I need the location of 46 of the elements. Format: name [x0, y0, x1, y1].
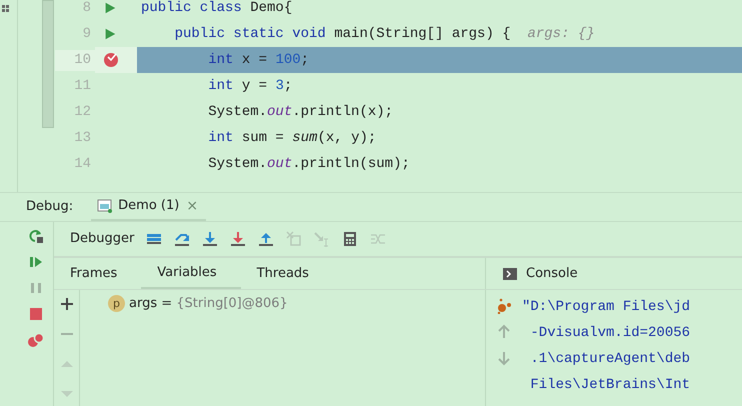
- tab[interactable]: Frames: [54, 258, 142, 289]
- code-line: System.out.println(sum);: [207, 156, 411, 172]
- session-tab[interactable]: Demo (1) ×: [91, 193, 206, 221]
- stop-icon[interactable]: [28, 306, 44, 322]
- parameter-icon: p: [108, 295, 125, 312]
- run-icon[interactable]: [103, 1, 117, 15]
- tab[interactable]: Variables: [141, 258, 241, 289]
- line-number: 12: [73, 102, 92, 122]
- rerun-icon[interactable]: [28, 228, 44, 244]
- tab[interactable]: Threads: [240, 258, 333, 289]
- resume-icon[interactable]: [28, 254, 44, 270]
- line-number: 14: [73, 154, 92, 174]
- console-line: -Dvisualvm.id=20056: [529, 324, 690, 343]
- step-over-icon[interactable]: [174, 231, 190, 247]
- console-tab[interactable]: Console: [526, 264, 578, 284]
- plus-icon[interactable]: [58, 296, 74, 312]
- toolbar-label: Debugger: [70, 230, 134, 248]
- step-out-icon[interactable]: [258, 231, 274, 247]
- code-line: int x = 100;: [207, 52, 310, 68]
- step-into-icon[interactable]: [202, 231, 218, 247]
- code-line: int y = 3;: [207, 78, 294, 94]
- breakpoint-icon[interactable]: [103, 52, 119, 68]
- code-line: System.out.println(x);: [207, 104, 394, 120]
- line-number: 10: [55, 50, 95, 70]
- frames-icon[interactable]: [146, 231, 162, 247]
- console-line: Files\JetBrains\Int: [529, 376, 690, 395]
- run-icon[interactable]: [103, 27, 117, 41]
- code-line: int sum = sum(x, y);: [207, 130, 378, 146]
- code-line: public class Demo{: [140, 0, 294, 16]
- console-line: "D:\Program Files\jd: [522, 298, 690, 317]
- calculator-icon[interactable]: [342, 231, 358, 247]
- variable-entry[interactable]: args = {String[0]@806}: [129, 294, 288, 314]
- line-number: 9: [82, 24, 92, 44]
- code-line: public static void main(String[] args) { args: {}: [174, 26, 596, 42]
- grid-icon[interactable]: [0, 5, 10, 14]
- line-number: 11: [73, 76, 92, 96]
- line-number: 8: [82, 0, 92, 18]
- panel-title: Debug:: [26, 198, 74, 216]
- terminal-icon: [502, 266, 518, 282]
- window-icon: [97, 198, 114, 214]
- molecule-icon[interactable]: [496, 298, 512, 314]
- console-line: .1\captureAgent\deb: [529, 350, 690, 369]
- step-into-icon[interactable]: [230, 231, 246, 247]
- breakpoints-icon[interactable]: [28, 332, 44, 348]
- line-number: 13: [73, 128, 92, 148]
- scrollbar-thumb[interactable]: [42, 0, 54, 128]
